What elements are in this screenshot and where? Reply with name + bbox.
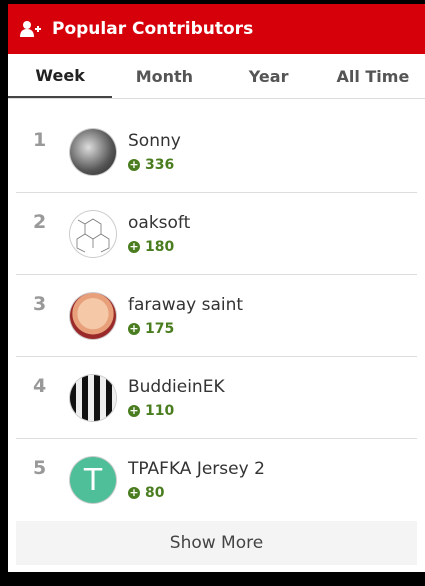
contributor-list: 1 Sonny +336 2 oaksoft + 180 3 faraway s…	[8, 99, 425, 521]
panel-header: Popular Contributors	[8, 4, 425, 54]
avatar[interactable]	[70, 292, 116, 339]
contributor-row[interactable]: 3 faraway saint +175	[16, 275, 417, 357]
plus-icon: +	[128, 486, 140, 499]
contributor-name[interactable]: oaksoft	[128, 213, 190, 233]
score: +110	[128, 403, 225, 419]
avatar[interactable]	[70, 128, 116, 175]
score-value: 180	[145, 238, 175, 255]
period-tabs: Week Month Year All Time	[8, 54, 425, 99]
contributor-row[interactable]: 4 BuddieinEK +110	[16, 357, 417, 439]
avatar[interactable]: T	[70, 457, 116, 503]
rank-number: 1	[33, 129, 47, 151]
plus-icon: +	[128, 239, 140, 253]
rank-number: 5	[33, 457, 47, 479]
contributor-name[interactable]: BuddieinEK	[128, 377, 225, 397]
panel-title: Popular Contributors	[52, 19, 254, 39]
avatar[interactable]	[70, 210, 116, 257]
rank-number: 2	[33, 211, 47, 233]
tab-year[interactable]: Year	[217, 54, 321, 98]
score: +80	[128, 485, 265, 501]
contributor-row[interactable]: 2 oaksoft +180	[16, 193, 417, 275]
plus-icon: +	[128, 157, 140, 171]
contributor-row[interactable]: 5 T TPAFKA Jersey 2 +80	[16, 439, 417, 521]
contributor-name[interactable]: faraway saint	[128, 295, 243, 315]
score-value: 110	[145, 402, 175, 419]
contributor-name[interactable]: TPAFKA Jersey 2	[128, 459, 265, 479]
contributor-name[interactable]: Sonny	[128, 131, 181, 151]
contributor-row[interactable]: 1 Sonny +336	[16, 111, 417, 193]
tab-month[interactable]: Month	[112, 54, 216, 98]
plus-icon: +	[128, 321, 140, 335]
tab-all-time[interactable]: All Time	[321, 54, 425, 98]
score: +336	[128, 157, 181, 173]
score-value: 175	[145, 320, 175, 337]
avatar-letter: T	[83, 462, 103, 498]
avatar[interactable]	[70, 374, 116, 421]
score: +180	[128, 239, 190, 255]
tab-week[interactable]: Week	[8, 54, 113, 98]
score-value: 80	[145, 485, 165, 501]
score: +175	[128, 321, 243, 337]
plus-icon: +	[128, 403, 140, 417]
molecule-icon	[76, 218, 110, 252]
popular-contributors-panel: Popular Contributors Week Month Year All…	[8, 4, 425, 572]
show-more-button[interactable]: Show More	[16, 521, 417, 565]
add-user-icon	[20, 20, 42, 38]
rank-number: 4	[33, 375, 47, 397]
score-value: 336	[145, 156, 175, 173]
rank-number: 3	[33, 293, 47, 315]
